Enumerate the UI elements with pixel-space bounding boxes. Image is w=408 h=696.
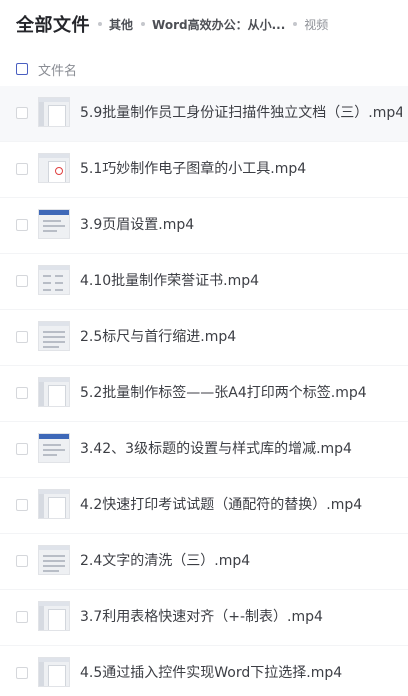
file-row[interactable]: 5.9批量制作员工身份证扫描件独立文档（三）.mp4: [0, 86, 408, 142]
file-row[interactable]: 5.1巧妙制作电子图章的小工具.mp4: [0, 142, 408, 198]
file-row-checkbox[interactable]: [16, 219, 28, 231]
file-row[interactable]: 3.42、3级标题的设置与样式库的增减.mp4: [0, 422, 408, 478]
file-row-checkbox[interactable]: [16, 331, 28, 343]
file-name[interactable]: 4.10批量制作荣誉证书.mp4: [80, 270, 402, 290]
file-name[interactable]: 5.9批量制作员工身份证扫描件独立文档（三）.mp4: [80, 102, 402, 122]
breadcrumb: 全部文件 其他 Word高效办公：从小... 视频: [16, 10, 408, 38]
video-thumbnail-icon[interactable]: [38, 601, 70, 631]
file-name[interactable]: 3.9页眉设置.mp4: [80, 214, 402, 234]
file-row[interactable]: 2.4文字的清洗（三）.mp4: [0, 534, 408, 590]
file-row[interactable]: 4.10批量制作荣誉证书.mp4: [0, 254, 408, 310]
filename-column-header[interactable]: 文件名: [38, 60, 77, 79]
file-row[interactable]: 2.5标尺与首行缩进.mp4: [0, 310, 408, 366]
video-thumbnail-icon[interactable]: [38, 433, 70, 463]
file-name[interactable]: 3.42、3级标题的设置与样式库的增减.mp4: [80, 438, 402, 458]
breadcrumb-current: 视频: [304, 17, 329, 32]
file-row[interactable]: 4.2快速打印考试试题（通配符的替换）.mp4: [0, 478, 408, 534]
breadcrumb-item-other[interactable]: 其他: [109, 16, 133, 33]
video-thumbnail-icon[interactable]: [38, 321, 70, 351]
breadcrumb-item-course[interactable]: Word高效办公：从小...: [152, 16, 285, 33]
file-name[interactable]: 5.1巧妙制作电子图章的小工具.mp4: [80, 158, 402, 178]
breadcrumb-separator-icon: [98, 22, 102, 26]
file-row[interactable]: 3.9页眉设置.mp4: [0, 198, 408, 254]
file-row-checkbox[interactable]: [16, 387, 28, 399]
file-row-checkbox[interactable]: [16, 443, 28, 455]
file-name[interactable]: 4.5通过插入控件实现Word下拉选择.mp4: [80, 662, 402, 682]
file-row-checkbox[interactable]: [16, 499, 28, 511]
video-thumbnail-icon[interactable]: [38, 489, 70, 519]
file-row-checkbox[interactable]: [16, 275, 28, 287]
list-header: 文件名: [0, 54, 408, 84]
breadcrumb-separator-icon: [293, 22, 298, 26]
video-thumbnail-icon[interactable]: [38, 209, 70, 239]
file-row-checkbox[interactable]: [16, 163, 28, 175]
file-row-checkbox[interactable]: [16, 107, 28, 119]
video-thumbnail-icon[interactable]: [38, 153, 70, 183]
breadcrumb-separator-icon: [141, 22, 146, 26]
video-thumbnail-icon[interactable]: [38, 657, 70, 687]
file-list: 5.9批量制作员工身份证扫描件独立文档（三）.mp4 5.1巧妙制作电子图章的小工…: [0, 86, 408, 696]
video-thumbnail-icon[interactable]: [38, 545, 70, 575]
file-name[interactable]: 2.5标尺与首行缩进.mp4: [80, 326, 402, 346]
breadcrumb-root[interactable]: 全部文件: [16, 11, 90, 37]
video-thumbnail-icon[interactable]: [38, 377, 70, 407]
video-thumbnail-icon[interactable]: [38, 265, 70, 295]
file-name[interactable]: 4.2快速打印考试试题（通配符的替换）.mp4: [80, 494, 402, 514]
file-row-checkbox[interactable]: [16, 611, 28, 623]
file-row-checkbox[interactable]: [16, 555, 28, 567]
file-name[interactable]: 3.7利用表格快速对齐（+-制表）.mp4: [80, 606, 402, 626]
file-browser-page: 全部文件 其他 Word高效办公：从小... 视频 文件名 5.9批量制作员工身…: [0, 0, 408, 696]
file-row[interactable]: 5.2批量制作标签——张A4打印两个标签.mp4: [0, 366, 408, 422]
file-row[interactable]: 3.7利用表格快速对齐（+-制表）.mp4: [0, 590, 408, 646]
select-all-checkbox[interactable]: [16, 63, 28, 75]
file-row[interactable]: 4.5通过插入控件实现Word下拉选择.mp4: [0, 646, 408, 696]
video-thumbnail-icon[interactable]: [38, 97, 70, 127]
file-row-checkbox[interactable]: [16, 667, 28, 679]
file-name[interactable]: 2.4文字的清洗（三）.mp4: [80, 550, 402, 570]
file-name[interactable]: 5.2批量制作标签——张A4打印两个标签.mp4: [80, 382, 402, 402]
